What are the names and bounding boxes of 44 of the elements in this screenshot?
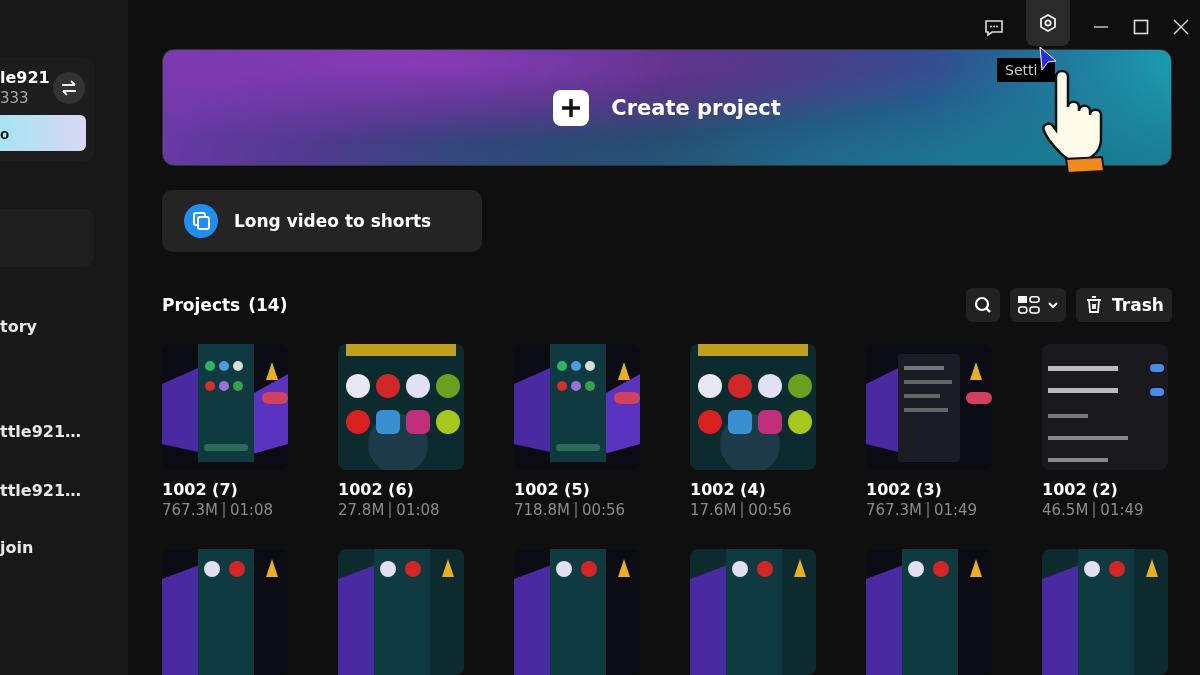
projects-title: Projects	[162, 295, 241, 315]
sidebar-item[interactable]: ttle921…	[0, 422, 82, 441]
project-duration: 01:49	[1100, 501, 1144, 519]
project-duration: 00:56	[748, 501, 792, 519]
view-toggle-button[interactable]	[1010, 288, 1066, 322]
sidebar-item[interactable]: join	[0, 538, 34, 557]
search-icon	[973, 295, 993, 315]
project-duration: 01:08	[229, 501, 274, 519]
settings-button[interactable]	[1026, 0, 1070, 46]
project-size: 46.5M	[1042, 501, 1089, 519]
project-duration: 00:56	[581, 501, 626, 519]
project-name[interactable]: 1002 (5)	[514, 480, 640, 499]
sidebar-item[interactable]: ttle921…	[0, 481, 82, 500]
close-icon[interactable]	[1172, 18, 1190, 36]
pro-button[interactable]: o	[0, 115, 86, 151]
project-name[interactable]: 1002 (4)	[690, 480, 816, 499]
switch-account-button[interactable]	[53, 71, 85, 104]
account-id: 333	[0, 89, 30, 107]
account-name: le921	[0, 68, 50, 87]
sidebar-item[interactable]: tory	[0, 317, 37, 336]
shorts-icon	[184, 204, 218, 239]
project-size: 718.8M	[514, 501, 570, 519]
project-name[interactable]: 1002 (3)	[866, 480, 992, 499]
long-video-to-shorts-button[interactable]: Long video to shorts	[162, 190, 482, 252]
project-name[interactable]: 1002 (6)	[338, 480, 464, 499]
plus-icon	[553, 89, 590, 126]
maximize-icon[interactable]	[1132, 18, 1150, 36]
grid-view-icon	[1017, 295, 1041, 315]
project-name[interactable]: 1002 (2)	[1042, 480, 1168, 499]
project-size: 27.8M	[338, 501, 385, 519]
project-duration: 01:08	[396, 501, 440, 519]
project-size: 17.6M	[690, 501, 737, 519]
project-name[interactable]: 1002 (7)	[162, 480, 288, 499]
trash-button[interactable]: Trash	[1076, 288, 1172, 322]
project-size: 767.3M	[866, 501, 922, 519]
project-size: 767.3M	[162, 501, 218, 519]
tooltip: Setti	[997, 58, 1055, 82]
feedback-icon[interactable]	[984, 18, 1004, 38]
project-duration: 01:49	[933, 501, 978, 519]
settings-icon	[1038, 13, 1058, 33]
swap-icon	[60, 78, 78, 97]
project-count: (14)	[248, 295, 288, 315]
search-button[interactable]	[966, 288, 1000, 322]
caret-icon	[1047, 299, 1059, 311]
